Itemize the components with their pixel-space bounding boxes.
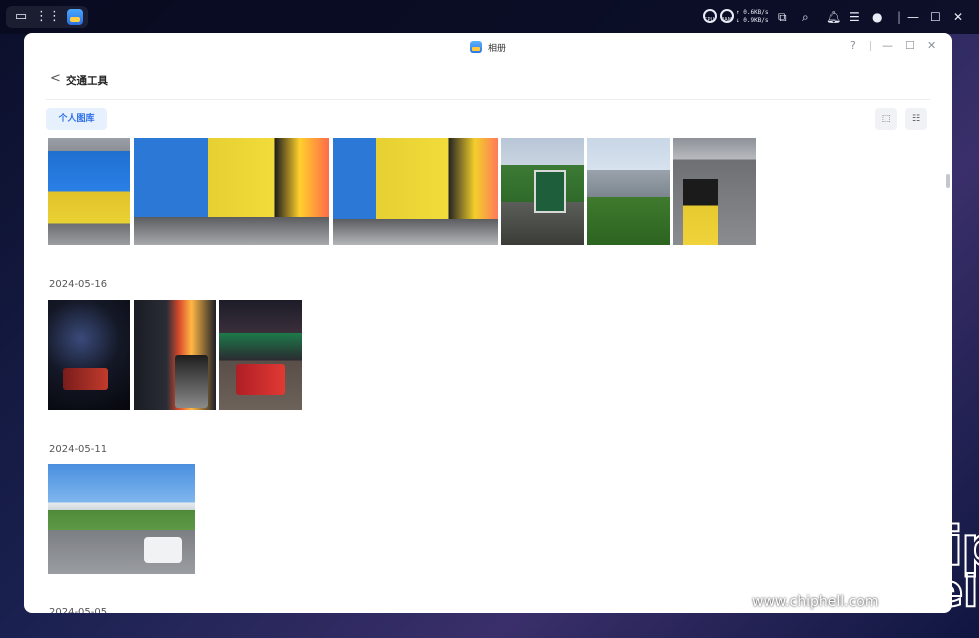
control-panel-icon[interactable]: ☰ [849,9,860,25]
apps-grid-icon[interactable]: ⋮⋮ [35,9,61,25]
upload-speed: ↑ 0.6KB/s [736,9,769,16]
screen-close-icon[interactable]: ✕ [953,9,963,25]
remote-desktop-icon[interactable]: ⧉ [778,9,787,25]
album-title: 交通工具 [66,75,108,87]
header-divider [46,99,930,100]
screen-maximize-icon[interactable]: ☐ [930,9,941,25]
minimize-button[interactable]: — [882,39,893,53]
taskbar-launcher-group: ▭ ⋮⋮ [6,6,88,28]
list-view-icon[interactable]: ☷ [905,108,927,130]
user-icon[interactable]: ● [872,9,882,25]
maximize-button[interactable]: ☐ [905,39,915,53]
photo-thumbnail[interactable] [48,138,130,245]
watermark-url: www.chiphell.com [752,594,879,610]
desktop-icon[interactable]: ▭ [12,9,30,25]
back-chevron-icon[interactable]: < [50,71,61,86]
window-titlebar[interactable]: 相册 ? — ☐ ✕ [24,33,952,61]
photos-app-icon[interactable] [67,9,83,25]
download-speed: ↓ 0.9KB/s [736,17,769,24]
watermark-logo: hell [901,566,979,617]
titlebar-divider [870,41,871,51]
group-date: 2024-05-05 [49,607,108,613]
network-speed: ↑ 0.6KB/s ↓ 0.9KB/s [736,9,769,25]
select-mode-icon[interactable]: ⬚ [875,108,897,130]
photo-thumbnail[interactable] [587,138,670,245]
cpu-label: CPU [704,17,715,23]
photo-thumbnail[interactable] [673,138,756,245]
taskbar: ▭ ⋮⋮ CPU RAM ↑ 0.6KB/s ↓ 0.9KB/s ⧉ ⌕ 🔔︎ … [0,0,979,34]
photos-app-icon [470,41,482,53]
screen-minimize-icon[interactable]: — [907,9,919,25]
photo-thumbnail[interactable] [501,138,584,245]
close-button[interactable]: ✕ [927,39,936,53]
notification-bell-icon[interactable]: 🔔︎ [826,9,841,25]
group-date: 2024-05-16 [49,279,108,290]
photo-thumbnail[interactable] [134,300,216,410]
photo-thumbnail[interactable] [134,138,329,245]
photo-thumbnail[interactable] [48,300,130,410]
photo-thumbnail[interactable] [219,300,302,410]
ram-label: RAM [721,17,733,23]
group-date: 2024-05-11 [49,444,108,455]
help-button[interactable]: ? [850,39,856,53]
scrollbar-thumb[interactable] [946,174,950,188]
photo-thumbnail[interactable] [333,138,498,245]
window-title: 相册 [488,44,507,54]
tab-personal-library[interactable]: 个人图库 [46,108,107,130]
photos-window: 相册 ? — ☐ ✕ < 交通工具 个人图库 ⬚ ☷ 2024-05-16 20… [24,33,952,613]
taskbar-separator: | [897,10,902,24]
photo-thumbnail[interactable] [48,464,195,574]
search-icon[interactable]: ⌕ [802,9,809,25]
